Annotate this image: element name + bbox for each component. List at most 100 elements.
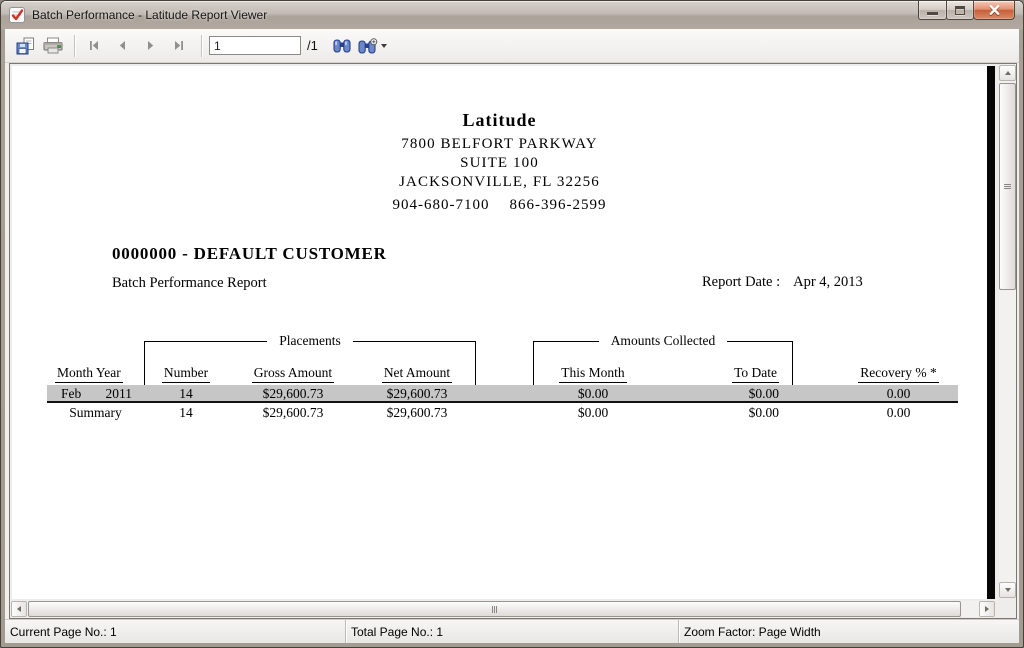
cell-net-amount: $29,600.73 <box>358 404 476 421</box>
bracket-line <box>353 341 476 342</box>
binoculars-zoom-icon <box>358 38 378 54</box>
horizontal-scrollbar-thumb[interactable] <box>28 601 961 617</box>
company-phones: 904-680-7100 866-396-2599 <box>12 197 987 214</box>
cell-number: 14 <box>144 404 228 421</box>
cell-gross-amount: $29,600.73 <box>228 385 358 402</box>
company-address-line1: 7800 BELFORT PARKWAY <box>12 135 987 154</box>
maximize-icon <box>955 6 965 15</box>
first-page-icon <box>89 40 100 51</box>
zoom-button[interactable] <box>356 34 390 58</box>
zoom-dropdown-caret <box>381 44 387 48</box>
cell-this-month: $0.00 <box>533 404 653 421</box>
minimize-button[interactable] <box>918 1 947 20</box>
arrow-left-icon <box>17 606 21 612</box>
vertical-scrollbar-thumb[interactable] <box>999 83 1016 290</box>
company-header: Latitude 7800 BELFORT PARKWAY SUITE 100 … <box>12 110 987 214</box>
bracket-line <box>727 341 793 342</box>
print-button[interactable] <box>39 34 67 58</box>
previous-page-button[interactable] <box>110 35 134 57</box>
report-table: Placements Amounts Collected <box>47 332 958 421</box>
printer-icon <box>43 37 63 54</box>
first-page-button[interactable] <box>82 35 106 57</box>
group-label-amounts-collected: Amounts Collected <box>611 333 716 349</box>
bracket-line <box>144 341 145 385</box>
cell-to-date: $0.00 <box>653 385 793 402</box>
bracket-line <box>475 341 476 385</box>
group-header-amounts-collected: Amounts Collected <box>533 332 793 385</box>
group-label-placements: Placements <box>279 333 340 349</box>
column-header-month-year: Month Year <box>47 365 144 385</box>
close-button[interactable] <box>973 1 1015 20</box>
cell-to-date: $0.00 <box>653 404 793 421</box>
window-controls <box>919 1 1015 20</box>
cell-summary-label: Summary <box>47 404 144 421</box>
title-bar[interactable]: Batch Performance - Latitude Report View… <box>1 1 1023 29</box>
company-address-line3: JACKSONVILLE, FL 32256 <box>12 173 987 192</box>
report-name: Batch Performance Report <box>112 275 267 292</box>
status-bar: Current Page No.: 1 Total Page No.: 1 Zo… <box>5 619 1019 643</box>
report-date-label: Report Date : <box>702 274 780 291</box>
previous-page-icon <box>117 40 128 51</box>
company-phone-1: 904-680-7100 <box>393 197 490 214</box>
cell-net-amount: $29,600.73 <box>358 385 476 402</box>
status-total-pages: Total Page No.: 1 <box>346 620 679 643</box>
cell-gross-amount: $29,600.73 <box>228 404 358 421</box>
maximize-button[interactable] <box>946 1 974 20</box>
company-address-line2: SUITE 100 <box>12 154 987 173</box>
toolbar-separator <box>201 35 202 57</box>
arrow-down-icon <box>1005 588 1011 592</box>
scroll-left-button[interactable] <box>11 601 27 617</box>
next-page-button[interactable] <box>138 35 162 57</box>
minimize-icon <box>927 12 938 15</box>
cell-recovery: 0.00 <box>839 385 958 402</box>
binoculars-icon <box>333 38 351 53</box>
scroll-right-button[interactable] <box>979 601 995 617</box>
table-row-feb-2011: Feb2011 14 $29,600.73 $29,600.73 $0.00 $… <box>47 385 958 403</box>
scroll-down-button[interactable] <box>999 582 1016 598</box>
close-icon <box>989 5 1000 15</box>
group-header-placements: Placements <box>144 332 476 385</box>
column-header-recovery: Recovery % * <box>839 365 958 385</box>
cell-recovery: 0.00 <box>839 404 958 421</box>
scroll-up-button[interactable] <box>999 65 1016 81</box>
export-button[interactable] <box>11 34 39 58</box>
table-header: Placements Amounts Collected <box>47 332 958 385</box>
report-page: Latitude 7800 BELFORT PARKWAY SUITE 100 … <box>12 66 987 599</box>
vertical-scrollbar[interactable] <box>999 65 1016 598</box>
find-button[interactable] <box>328 34 356 58</box>
arrow-right-icon <box>985 606 989 612</box>
app-icon <box>8 6 26 24</box>
arrow-up-icon <box>1005 71 1011 75</box>
table-row-summary: Summary 14 $29,600.73 $29,600.73 $0.00 $… <box>47 403 958 421</box>
status-zoom-factor: Zoom Factor: Page Width <box>679 620 1019 643</box>
bracket-line <box>792 341 793 385</box>
bracket-line <box>533 341 534 385</box>
cell-this-month: $0.00 <box>533 385 653 402</box>
company-phone-2: 866-396-2599 <box>510 197 607 214</box>
horizontal-scrollbar[interactable] <box>11 601 995 617</box>
bracket-line <box>533 341 599 342</box>
last-page-button[interactable] <box>166 35 190 57</box>
window-title: Batch Performance - Latitude Report View… <box>32 8 267 22</box>
thumb-grip <box>492 606 497 613</box>
toolbar-separator <box>74 35 75 57</box>
page-number-input[interactable] <box>209 36 301 55</box>
customer-heading: 0000000 - DEFAULT CUSTOMER <box>112 244 387 264</box>
report-date-value: Apr 4, 2013 <box>793 274 863 291</box>
company-name: Latitude <box>12 110 987 131</box>
status-current-page: Current Page No.: 1 <box>5 620 346 643</box>
last-page-icon <box>173 40 184 51</box>
cell-month-year: Feb2011 <box>47 385 144 402</box>
next-page-icon <box>145 40 156 51</box>
export-icon <box>16 37 35 55</box>
thumb-grip <box>1004 184 1011 189</box>
page-count-label: /1 <box>307 38 318 53</box>
report-viewer-window: Batch Performance - Latitude Report View… <box>0 0 1024 648</box>
toolbar: /1 <box>5 29 1019 63</box>
report-viewer-panel: Latitude 7800 BELFORT PARKWAY SUITE 100 … <box>9 63 1017 619</box>
cell-number: 14 <box>144 385 228 402</box>
client-area: /1 <box>5 29 1019 643</box>
report-date: Report Date : Apr 4, 2013 <box>702 274 863 291</box>
page-edge-shadow <box>987 66 995 599</box>
bracket-line <box>144 341 267 342</box>
